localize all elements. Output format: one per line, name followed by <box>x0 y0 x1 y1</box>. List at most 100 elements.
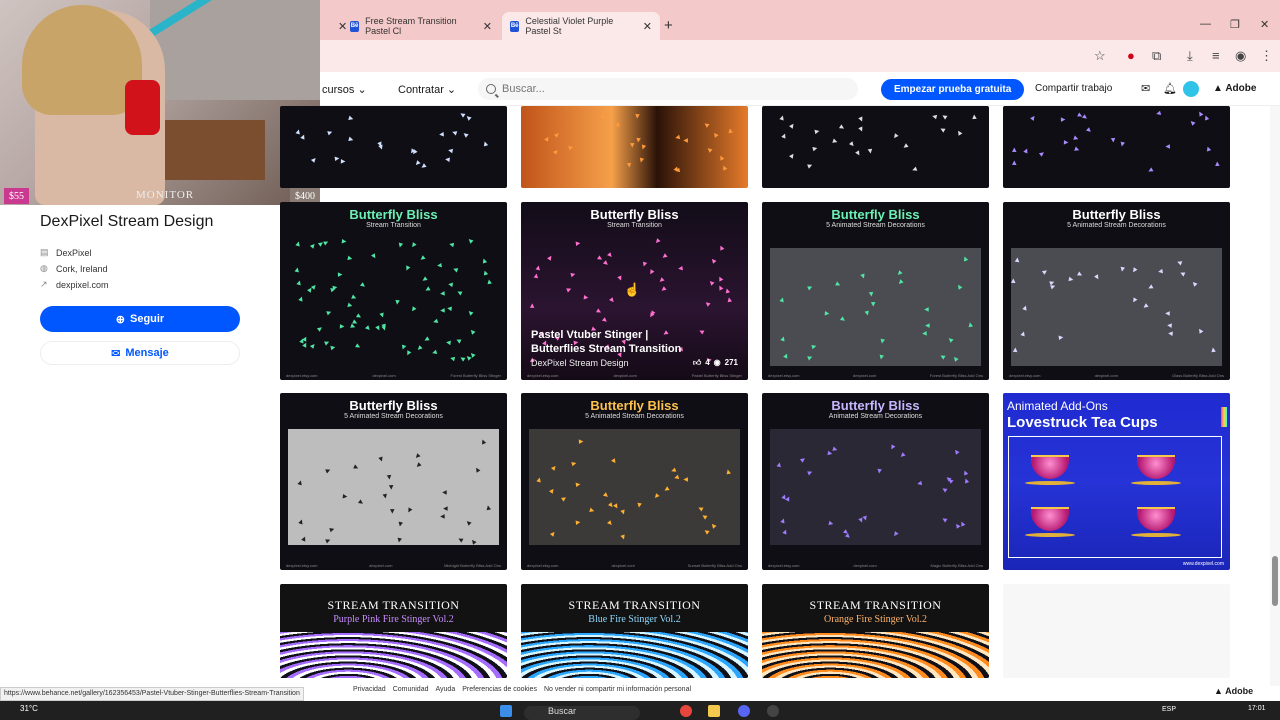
butterfly-particle: ▴ <box>1010 274 1016 286</box>
bell-icon[interactable]: 🔔︎ <box>1163 82 1177 95</box>
butterfly-particle: ▴ <box>1056 334 1067 341</box>
butterfly-particle: ▴ <box>921 323 932 328</box>
footer-link-help[interactable]: Ayuda <box>436 686 456 693</box>
bookmark-star-icon[interactable]: ☆ <box>1094 48 1106 64</box>
media-icon[interactable]: ≡ <box>1212 48 1220 63</box>
user-avatar[interactable] <box>1183 81 1199 97</box>
opera-extension-icon[interactable]: ● <box>1127 48 1135 63</box>
file-explorer-icon[interactable] <box>708 705 720 717</box>
butterfly-particle: ▴ <box>324 308 336 317</box>
butterfly-particle: ▴ <box>337 324 348 329</box>
browser-menu-icon[interactable]: ⋮ <box>1260 48 1273 64</box>
tab-close-icon[interactable]: ✕ <box>643 20 652 33</box>
website-link[interactable]: dexpixel.com <box>56 280 109 290</box>
project-card-top-4[interactable]: ▴ ▴ ▴ ▴ ▴ ▴ ▴ ▴ ▴ ▴ ▴ ▴ ▴ ▴ ▴ ▴ ▴ ▴ ▴ ▴ ▴ ▴ <box>1003 106 1230 188</box>
tab-free-stream-transition[interactable]: Bē Free Stream Transition Pastel Cl ✕ <box>342 14 500 38</box>
butterfly-particle: ▴ <box>315 323 327 334</box>
tab-close-icon[interactable]: ✕ <box>483 20 492 33</box>
butterfly-particle: ▴ <box>436 514 447 520</box>
card-subtitle: Purple Pink Fire Stinger Vol.2 <box>333 614 454 625</box>
discord-icon[interactable] <box>738 705 750 717</box>
card-footer-site2: dexpixel.com <box>613 373 637 378</box>
new-tab-button[interactable]: + <box>664 17 673 34</box>
profile-avatar-icon[interactable]: ◉ <box>1235 48 1246 64</box>
butterfly-particle: ▴ <box>1152 110 1164 118</box>
butterfly-particle: ▴ <box>725 293 733 305</box>
footer-link-do-not-sell[interactable]: No vender ni compartir mi información pe… <box>544 686 691 693</box>
project-card-top-1[interactable]: ▴ ▴ ▴ ▴ ▴ ▴ ▴ ▴ ▴ ▴ ▴ ▴ ▴ ▴ ▴ ▴ ▴ ▴ ▴ ▴ ▴ ▴ <box>280 106 507 188</box>
butterfly-particle: ▴ <box>868 289 875 301</box>
butterfly-particle: ▴ <box>339 238 350 245</box>
footer-link-community[interactable]: Comunidad <box>393 686 429 693</box>
card-title-line2: Lovestruck Tea Cups <box>1007 414 1158 431</box>
taskbar-search[interactable]: Buscar <box>524 706 640 720</box>
card-footer-name: Forest Butterfly Bliss Stinger <box>450 373 501 378</box>
butterfly-particle: ▴ <box>346 136 358 144</box>
butterfly-particle: ▴ <box>363 323 374 335</box>
profile-owner: ▤ DexPixel <box>40 247 92 258</box>
footer-link-cookies[interactable]: Preferencias de cookies <box>462 686 537 693</box>
share-work-link[interactable]: Compartir trabajo <box>1035 83 1112 94</box>
card-footer-site2: dexpixel.com <box>611 563 635 568</box>
project-card-fire-3[interactable]: STREAM TRANSITION Orange Fire Stinger Vol… <box>762 584 989 678</box>
project-card-row3-1[interactable]: Butterfly Bliss 5 Animated Stream Decorat… <box>280 393 507 570</box>
tea-cup-image <box>1025 507 1075 537</box>
card-title: Butterfly Bliss <box>1072 207 1161 222</box>
nav-contratar[interactable]: Contratar ⌄ <box>398 83 456 96</box>
card-title: STREAM TRANSITION <box>809 598 942 612</box>
mail-icon[interactable]: ✉ <box>1141 82 1150 95</box>
download-icon[interactable]: ⤓ <box>1187 48 1193 64</box>
obs-icon[interactable] <box>767 705 779 717</box>
card-footer: dexpixel.etsy.com dexpixel.com Pastel Butt… <box>527 373 742 378</box>
tab-label: Celestial Violet Purple Pastel St <box>525 16 614 36</box>
fire-artwork <box>280 632 507 678</box>
preview-panel <box>1011 248 1222 366</box>
language-indicator[interactable]: ESP <box>1162 706 1176 713</box>
butterfly-particle: ▴ <box>918 331 929 337</box>
butterfly-particle: ▴ <box>340 493 351 500</box>
start-free-trial-button[interactable]: Empezar prueba gratuita <box>881 79 1025 100</box>
card-title: STREAM TRANSITION <box>568 598 701 612</box>
nav-cursos[interactable]: cursos ⌄ <box>322 83 367 96</box>
link-icon: ↗ <box>40 279 48 289</box>
project-card-row2-2[interactable]: Butterfly Bliss Stream Transition ▴ ▴ ▴ ▴ ▴ ▴ ▴ ▴… <box>521 202 748 380</box>
restore-button[interactable]: ❐ <box>1230 18 1240 31</box>
project-card-fire-2[interactable]: STREAM TRANSITION Blue Fire Stinger Vol.2 <box>521 584 748 678</box>
project-card-lovestruck-tea-cups[interactable]: Animated Add-Ons Lovestruck Tea Cups www.d… <box>1003 393 1230 570</box>
project-card-row2-4[interactable]: Butterfly Bliss 5 Animated Stream Decorat… <box>1003 202 1230 380</box>
minimize-button[interactable]: — <box>1200 18 1211 30</box>
windows-start-icon[interactable] <box>500 705 512 717</box>
weather-widget[interactable]: 31°C <box>20 704 38 713</box>
adobe-logo[interactable]: ▲ Adobe <box>1213 83 1256 94</box>
search-box[interactable] <box>478 78 858 100</box>
follow-button[interactable]: ⊕ Seguir <box>40 306 240 332</box>
project-card-top-2[interactable]: ▴ ▴ ▴ ▴ ▴ ▴ ▴ ▴ ▴ ▴ ▴ ▴ ▴ ▴ ▴ ▴ ▴ ▴ ▴ ▴ ▴ ▴ <box>521 106 748 188</box>
butterfly-particle: ▴ <box>408 304 418 316</box>
butterfly-particle: ▴ <box>679 477 690 482</box>
footer-adobe-logo[interactable]: ▲ Adobe <box>1214 686 1253 696</box>
footer-link-privacy[interactable]: Privacidad <box>353 686 386 693</box>
search-input[interactable] <box>502 83 842 95</box>
tab-celestial-violet[interactable]: Bē Celestial Violet Purple Pastel St ✕ <box>502 12 660 40</box>
butterfly-particle: ▴ <box>1202 111 1210 123</box>
message-button[interactable]: ✉ Mensaje <box>40 341 240 365</box>
project-card-row3-2[interactable]: Butterfly Bliss 5 Animated Stream Decorat… <box>521 393 748 570</box>
project-card-loading[interactable] <box>1003 584 1230 678</box>
close-window-button[interactable]: ✕ <box>1260 18 1269 31</box>
card-subtitle: Stream Transition <box>366 222 421 229</box>
butterfly-particle: ▴ <box>867 146 874 158</box>
project-card-row2-1[interactable]: Butterfly Bliss Stream Transition ▴ ▴ ▴ ▴ ▴ ▴ ▴ ▴… <box>280 202 507 380</box>
project-card-row2-3[interactable]: Butterfly Bliss 5 Animated Stream Decorat… <box>762 202 989 380</box>
monitor-label: MONITOR <box>136 189 195 201</box>
project-card-fire-1[interactable]: STREAM TRANSITION Purple Pink Fire Stinge… <box>280 584 507 678</box>
project-card-row3-3[interactable]: Butterfly Bliss Animated Stream Decoratio… <box>762 393 989 570</box>
extensions-icon[interactable]: ⧉ <box>1152 48 1161 64</box>
clock[interactable]: 17:01 <box>1248 705 1266 712</box>
butterfly-particle: ▴ <box>573 240 585 247</box>
scrollbar-thumb[interactable] <box>1272 556 1278 606</box>
butterfly-particle: ▴ <box>1080 112 1092 123</box>
butterfly-particle: ▴ <box>438 490 449 495</box>
project-card-top-3[interactable]: ▴ ▴ ▴ ▴ ▴ ▴ ▴ ▴ ▴ ▴ ▴ ▴ ▴ ▴ ▴ ▴ ▴ ▴ ▴ ▴ ▴ ▴ <box>762 106 989 188</box>
card-footer-site: dexpixel.etsy.com <box>527 563 559 568</box>
chrome-icon[interactable] <box>680 705 692 717</box>
